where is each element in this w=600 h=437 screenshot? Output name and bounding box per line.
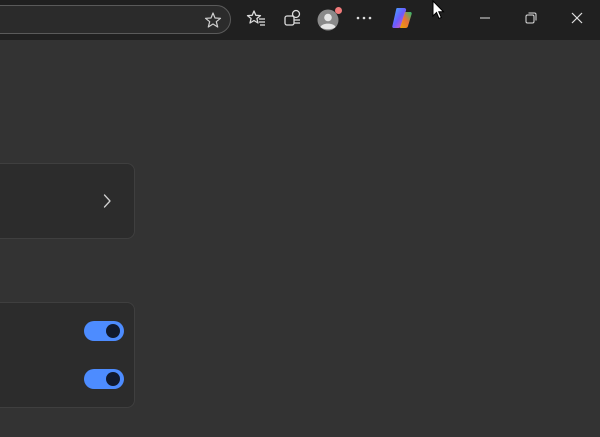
settings-toggle-group — [0, 302, 135, 408]
notification-badge — [335, 7, 342, 14]
copilot-icon — [390, 6, 414, 35]
minimize-button[interactable] — [469, 4, 501, 36]
collections-icon — [282, 8, 302, 33]
copilot-button[interactable] — [386, 4, 418, 36]
favorites-icon — [246, 8, 266, 33]
toggle-knob — [106, 324, 120, 338]
restore-button[interactable] — [515, 4, 547, 36]
more-icon — [355, 9, 373, 32]
toggle-knob — [106, 372, 120, 386]
chevron-right-icon — [102, 193, 112, 214]
browser-toolbar — [0, 0, 600, 40]
minimize-icon — [479, 11, 491, 29]
close-button[interactable] — [561, 4, 593, 36]
profile-button[interactable] — [312, 4, 344, 36]
toggle-switch[interactable] — [84, 369, 124, 389]
close-icon — [571, 11, 583, 29]
address-bar[interactable] — [0, 5, 231, 34]
mouse-cursor-icon — [432, 0, 446, 25]
more-button[interactable] — [348, 4, 380, 36]
avatar — [317, 7, 342, 31]
restore-icon — [525, 11, 537, 29]
collections-button[interactable] — [276, 4, 308, 36]
favorites-button[interactable] — [240, 4, 272, 36]
settings-nav-row[interactable] — [0, 163, 135, 239]
settings-content — [0, 40, 600, 437]
star-icon[interactable] — [204, 11, 222, 34]
toggle-switch[interactable] — [84, 321, 124, 341]
